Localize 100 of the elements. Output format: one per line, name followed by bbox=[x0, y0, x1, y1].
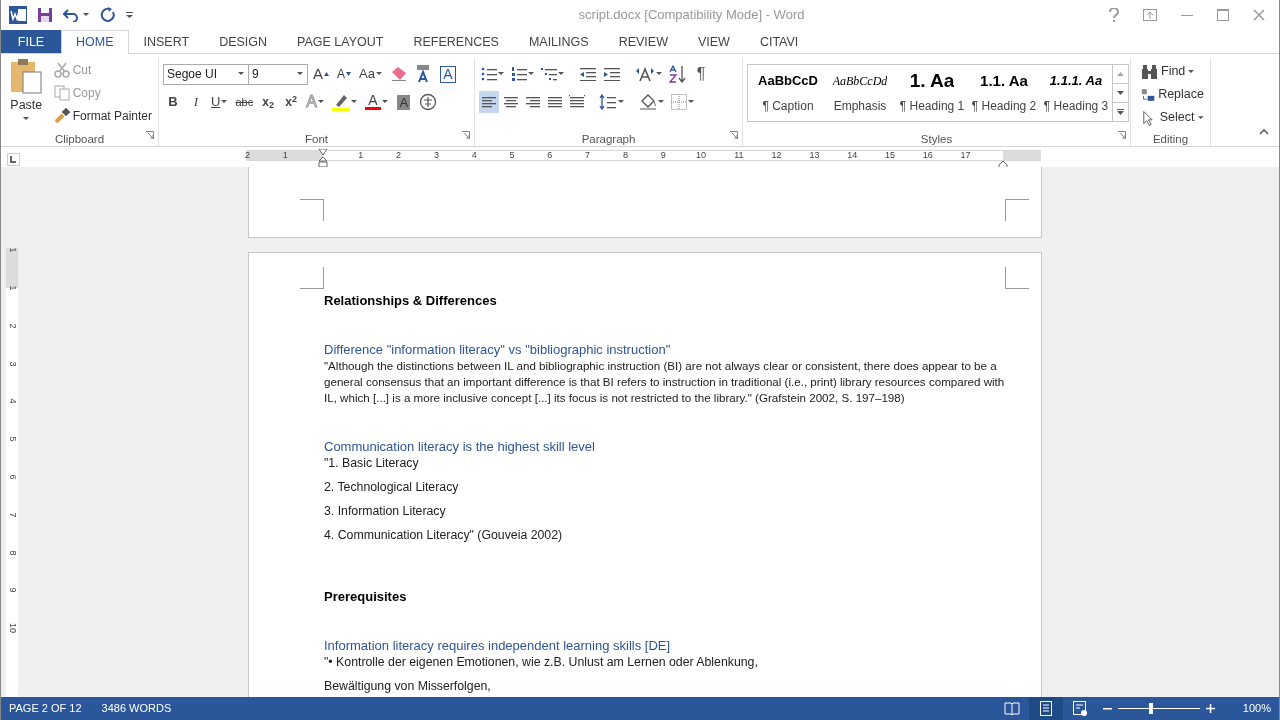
word-logo[interactable] bbox=[9, 6, 27, 24]
sub-button[interactable]: x$_{2}$ bbox=[258, 91, 279, 113]
style-option[interactable]: AaBbCcD ¶ Caption bbox=[752, 65, 824, 121]
style-option[interactable]: 1. Aa ¶ Heading 1 bbox=[896, 65, 968, 121]
ribbon-tab[interactable]: REFERENCES bbox=[398, 30, 514, 53]
style-option[interactable]: AaBbCcDd Emphasis bbox=[824, 65, 896, 121]
crop-mark bbox=[300, 199, 324, 221]
page-count[interactable]: PAGE 2 OF 12 bbox=[9, 700, 82, 717]
text-line: 3. Information Literacy bbox=[324, 503, 447, 519]
ruler-number: 15 bbox=[885, 150, 895, 161]
close-icon[interactable] bbox=[1253, 9, 1265, 21]
ruler-number: 16 bbox=[922, 150, 933, 161]
caret-icon bbox=[1197, 115, 1204, 120]
word-count[interactable]: 3486 WORDS bbox=[101, 700, 172, 717]
style-option[interactable]: 1.1.1. Aa ¶ Heading 3 bbox=[1040, 65, 1112, 121]
shrink-button[interactable]: A bbox=[334, 63, 354, 85]
italic-button[interactable]: I bbox=[186, 91, 206, 113]
align-left-icon bbox=[481, 94, 497, 110]
dialog-launcher-icon[interactable] bbox=[730, 130, 738, 139]
dialog-launcher-icon[interactable] bbox=[146, 130, 154, 139]
tab-selector-icon[interactable] bbox=[7, 153, 20, 167]
ribbon-options-icon[interactable] bbox=[1143, 9, 1157, 21]
ribbon-tab[interactable]: HOME bbox=[61, 30, 129, 54]
print-view-button[interactable] bbox=[1028, 697, 1063, 720]
redo-icon[interactable] bbox=[100, 7, 116, 23]
ruler-number: 10 bbox=[696, 150, 706, 161]
ruler-number: 7 bbox=[585, 150, 591, 161]
ruler-number: 9 bbox=[660, 150, 666, 161]
sort-icon bbox=[669, 65, 687, 83]
crop-mark bbox=[300, 267, 324, 289]
ruler-number: 2 bbox=[6, 322, 19, 331]
ruler-number: 1 bbox=[6, 284, 19, 293]
ribbon-tab[interactable]: VIEW bbox=[682, 30, 745, 53]
undo-icon[interactable] bbox=[63, 8, 79, 22]
caret-icon bbox=[1188, 69, 1196, 74]
subheading: Communication literacy is the highest skill level bbox=[324, 439, 596, 455]
ruler-number: 4 bbox=[6, 397, 19, 406]
copy-icon bbox=[53, 84, 70, 101]
strike-button[interactable]: abc bbox=[233, 91, 256, 113]
ruler-number: 1 bbox=[282, 150, 288, 161]
fontcolor-button[interactable]: A bbox=[362, 91, 391, 113]
style-option[interactable]: 1.1. Aa ¶ Heading 2 bbox=[968, 65, 1040, 121]
zoom-level[interactable]: 100% bbox=[1242, 700, 1271, 717]
ruler-number: 2 bbox=[244, 150, 250, 161]
border-button[interactable]: A bbox=[437, 63, 458, 85]
caret-icon bbox=[498, 72, 505, 76]
sup-button[interactable]: x$^{2}$ bbox=[281, 91, 302, 113]
case-button[interactable]: Aa bbox=[357, 63, 385, 85]
ribbon-tab[interactable]: REVIEW bbox=[603, 30, 683, 53]
customize-icon[interactable] bbox=[126, 12, 134, 18]
ribbon-tab[interactable]: FILE bbox=[1, 30, 61, 53]
caret-icon bbox=[658, 100, 665, 104]
show-marks-button[interactable]: ¶ bbox=[691, 63, 711, 85]
replace-button[interactable]: Replace bbox=[1139, 83, 1206, 106]
font-name-field[interactable]: Segoe UI bbox=[163, 63, 249, 85]
up-caret-icon bbox=[324, 72, 329, 76]
caret-icon bbox=[656, 72, 663, 76]
zoom-thumb[interactable] bbox=[1148, 703, 1153, 714]
ribbon-tab[interactable]: CITAVI bbox=[744, 30, 814, 53]
ruler-number: 7 bbox=[6, 511, 19, 520]
dialog-launcher-icon[interactable] bbox=[1118, 130, 1126, 139]
web-layout-icon bbox=[1071, 701, 1088, 716]
bold-button[interactable]: B bbox=[163, 91, 183, 113]
select-button[interactable]: Select bbox=[1139, 106, 1206, 129]
maximize-icon[interactable] bbox=[1217, 9, 1229, 21]
ribbon-tab[interactable]: PAGE LAYOUT bbox=[282, 30, 399, 53]
crop-mark bbox=[1005, 199, 1029, 221]
help-icon[interactable] bbox=[1109, 8, 1119, 22]
grow-button[interactable]: A bbox=[311, 63, 331, 85]
ribbon-tab[interactable]: DESIGN bbox=[204, 30, 283, 53]
underline-button[interactable]: U bbox=[209, 91, 231, 113]
indent-marker-icon[interactable] bbox=[318, 148, 328, 167]
dialog-launcher-icon[interactable] bbox=[462, 130, 470, 139]
align-left-button[interactable] bbox=[479, 91, 499, 113]
decrease-indent-icon bbox=[579, 67, 597, 81]
font-size-field[interactable]: 9 bbox=[248, 63, 308, 85]
subheading: Information literacy requires independent learning skills [DE] bbox=[324, 638, 672, 654]
painter-button[interactable]: Format Painter bbox=[51, 104, 154, 127]
ruler-number: 3 bbox=[433, 150, 439, 161]
ribbon-tab[interactable]: INSERT bbox=[128, 30, 205, 53]
collapse-ribbon-icon[interactable] bbox=[1259, 128, 1269, 135]
ruler-number: 8 bbox=[6, 549, 19, 558]
up-arrow-icon bbox=[1117, 72, 1124, 76]
caret-icon bbox=[558, 72, 565, 76]
group-label: Editing bbox=[1151, 132, 1190, 146]
group-label: Styles bbox=[919, 132, 954, 146]
ruler-number: 8 bbox=[622, 150, 628, 161]
find-button[interactable]: Find bbox=[1139, 60, 1206, 83]
align-right-icon bbox=[525, 94, 541, 110]
caret-icon bbox=[528, 72, 535, 76]
shading-button[interactable]: A bbox=[393, 91, 414, 113]
ribbon-tab[interactable]: MAILINGS bbox=[513, 30, 604, 53]
enclose-characters-icon bbox=[418, 93, 437, 111]
caret-icon bbox=[83, 13, 90, 17]
paste-button[interactable]: Paste bbox=[5, 58, 48, 132]
save-icon[interactable] bbox=[37, 7, 53, 23]
zoom-in-icon[interactable] bbox=[1205, 704, 1215, 713]
caret-icon bbox=[618, 100, 625, 104]
down-caret-icon bbox=[346, 72, 351, 76]
align-distributed-icon bbox=[569, 94, 585, 110]
